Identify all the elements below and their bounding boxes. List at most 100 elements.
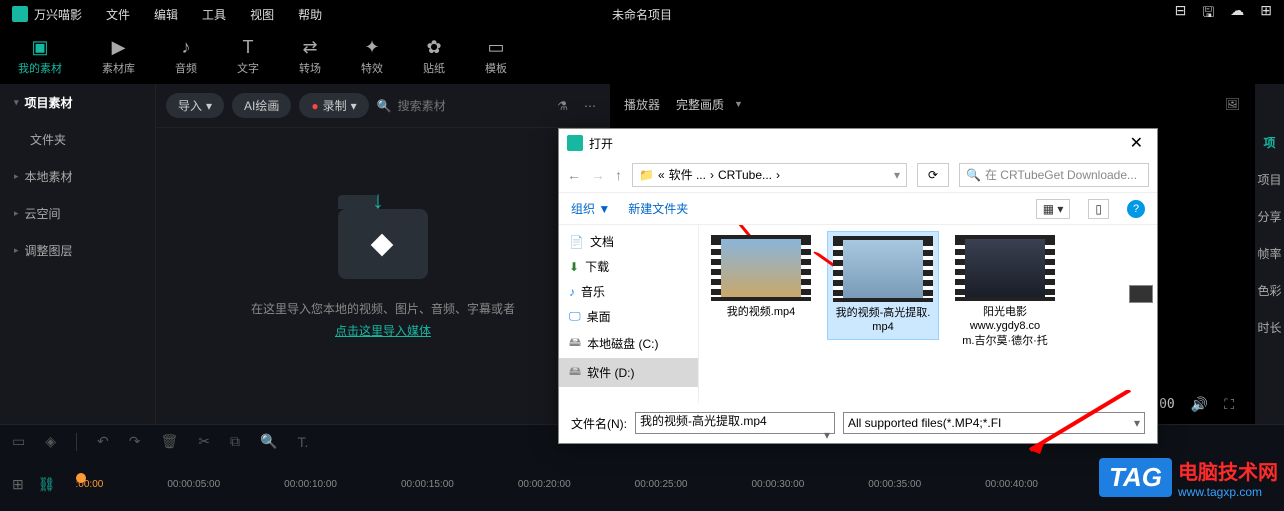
screen-icon[interactable]: ⊟ bbox=[1175, 2, 1187, 26]
nav-up-icon[interactable]: ↑ bbox=[615, 167, 622, 183]
preview-title: 播放器 bbox=[624, 96, 660, 113]
record-button[interactable]: ●录制▾ bbox=[299, 93, 368, 118]
volume-icon[interactable]: 🔊 bbox=[1191, 396, 1208, 413]
close-icon[interactable]: ✕ bbox=[1124, 133, 1149, 153]
file-item[interactable]: 我的视频.mp4 bbox=[705, 231, 817, 323]
tab-my-media[interactable]: ▣我的素材 bbox=[18, 37, 62, 76]
filename-input[interactable]: ▾ bbox=[635, 412, 835, 434]
playhead[interactable] bbox=[76, 473, 86, 483]
snapshot-icon[interactable]: 🖼 bbox=[1225, 97, 1240, 111]
menu-help[interactable]: 帮助 bbox=[298, 6, 322, 23]
search-media[interactable]: 🔍 bbox=[377, 99, 546, 113]
sidebar-item-cloud[interactable]: ▸云空间 bbox=[0, 195, 155, 232]
rpanel-item-4[interactable]: 色彩 bbox=[1257, 282, 1281, 299]
nav-back-icon[interactable]: ← bbox=[567, 167, 581, 183]
timeline-tick: 00:00:20:00 bbox=[518, 479, 571, 490]
menubar: 万兴喵影 文件 编辑 工具 视图 帮助 未命名项目 ⊟ 🖫 ☁ ⊞ bbox=[0, 0, 1284, 28]
new-folder-button[interactable]: 新建文件夹 bbox=[628, 200, 688, 217]
tab-template[interactable]: ▭模板 bbox=[485, 37, 507, 76]
project-title: 未命名项目 bbox=[612, 6, 672, 23]
timeline-link-icon[interactable]: ⛓ bbox=[38, 476, 56, 493]
timeline[interactable]: ⊞ ⛓ :00:00 00:00:05:00 00:00:10:00 00:00… bbox=[0, 458, 1284, 511]
tool-undo-icon[interactable]: ↶ bbox=[97, 433, 109, 450]
drop-area[interactable]: ↓ 在这里导入您本地的视频、图片、音频、字幕或者 点击这里导入媒体 bbox=[156, 128, 610, 424]
tool-marker-icon[interactable]: ◈ bbox=[45, 433, 56, 450]
organize-button[interactable]: 组织 ▼ bbox=[571, 200, 610, 217]
view-mode-button[interactable]: ▦ ▾ bbox=[1036, 199, 1071, 219]
sidebar-item-local[interactable]: ▸本地素材 bbox=[0, 158, 155, 195]
timeline-grid-icon[interactable]: ⊞ bbox=[12, 476, 24, 493]
sidebar-item-adjust[interactable]: ▸调整图层 bbox=[0, 232, 155, 269]
tree-item-downloads[interactable]: ⬇下载 bbox=[559, 254, 698, 279]
cloud-icon[interactable]: ☁ bbox=[1230, 2, 1244, 26]
video-thumbnail bbox=[833, 236, 933, 302]
tool-crop-icon[interactable]: ▭ bbox=[12, 433, 25, 450]
tab-media-lib[interactable]: ▶素材库 bbox=[102, 37, 135, 76]
rpanel-item-5[interactable]: 时长 bbox=[1257, 319, 1281, 336]
folder-icon: ↓ bbox=[338, 209, 428, 279]
ai-draw-button[interactable]: AI绘画 bbox=[232, 93, 291, 118]
tool-cut-icon[interactable]: ✂ bbox=[198, 433, 210, 450]
save-icon[interactable]: 🖫 bbox=[1202, 2, 1214, 26]
tool-text-icon[interactable]: T. bbox=[297, 434, 308, 450]
search-icon: 🔍 bbox=[966, 168, 981, 182]
breadcrumb[interactable]: 📁 « 软件 ...› CRTube...› ▾ bbox=[632, 163, 907, 187]
tree-item-music[interactable]: ♪音乐 bbox=[559, 279, 698, 304]
drop-import-link[interactable]: 点击这里导入媒体 bbox=[251, 321, 515, 343]
app-name: 万兴喵影 bbox=[34, 6, 82, 23]
dialog-logo bbox=[567, 135, 583, 151]
rpanel-top[interactable]: 项 bbox=[1263, 134, 1275, 151]
filmstrip-icon bbox=[1129, 285, 1153, 303]
tool-search-icon[interactable]: 🔍 bbox=[260, 433, 277, 450]
help-icon[interactable]: ? bbox=[1127, 200, 1145, 218]
tool-copy-icon[interactable]: ⧉ bbox=[230, 433, 240, 450]
timeline-tick: 00:00:25:00 bbox=[635, 479, 688, 490]
media-panel: 导入▾ AI绘画 ●录制▾ 🔍 ⚗ ⋯ ↓ 在这里导入您本地的视频、图片、音频、… bbox=[156, 84, 610, 424]
menu-edit[interactable]: 编辑 bbox=[154, 6, 178, 23]
search-icon: 🔍 bbox=[377, 99, 392, 113]
folder-tree: 📄文档 ⬇下载 ♪音乐 🖵桌面 🖴本地磁盘 (C:) 🖴软件 (D:) bbox=[559, 225, 699, 403]
rpanel-item-3[interactable]: 帧率 bbox=[1257, 245, 1281, 262]
nav-forward-icon[interactable]: → bbox=[591, 167, 605, 183]
import-button[interactable]: 导入▾ bbox=[166, 93, 224, 118]
quality-select[interactable]: 完整画质▼ bbox=[676, 96, 743, 113]
sidebar-item-project[interactable]: ▾项目素材 bbox=[0, 84, 155, 121]
more-icon[interactable]: ⋯ bbox=[580, 99, 600, 113]
sidebar: ▾项目素材 文件夹 ▸本地素材 ▸云空间 ▸调整图层 bbox=[0, 84, 156, 424]
menu-file[interactable]: 文件 bbox=[106, 6, 130, 23]
menu-view[interactable]: 视图 bbox=[250, 6, 274, 23]
timeline-ruler[interactable]: :00:00 00:00:05:00 00:00:10:00 00:00:15:… bbox=[76, 479, 1272, 490]
refresh-icon[interactable]: ⟳ bbox=[917, 163, 949, 187]
file-filter-select[interactable]: All supported files(*.MP4;*.FI▾ bbox=[843, 412, 1145, 434]
file-item-selected[interactable]: 我的视频-高光提取.mp4 bbox=[827, 231, 939, 340]
sidebar-item-folder[interactable]: 文件夹 bbox=[0, 121, 155, 158]
tree-item-cdrive[interactable]: 🖴本地磁盘 (C:) bbox=[559, 329, 698, 358]
tab-text[interactable]: T文字 bbox=[237, 37, 259, 76]
video-thumbnail bbox=[711, 235, 811, 301]
rpanel-item-1[interactable]: 项目 bbox=[1257, 171, 1281, 188]
tree-item-desktop[interactable]: 🖵桌面 bbox=[559, 304, 698, 329]
file-name: 我的视频.mp4 bbox=[709, 305, 813, 319]
file-name: 阳光电影 www.ygdy8.co m.吉尔莫·德尔·托 bbox=[953, 305, 1057, 348]
menu-tool[interactable]: 工具 bbox=[202, 6, 226, 23]
file-item[interactable]: 阳光电影 www.ygdy8.co m.吉尔莫·德尔·托 bbox=[949, 231, 1061, 352]
tree-item-ddrive[interactable]: 🖴软件 (D:) bbox=[559, 358, 698, 387]
preview-pane-button[interactable]: ▯ bbox=[1088, 199, 1109, 219]
tree-item-docs[interactable]: 📄文档 bbox=[559, 229, 698, 254]
tab-transition[interactable]: ⇄转场 bbox=[299, 37, 321, 76]
tab-sticker[interactable]: ✿贴纸 bbox=[423, 37, 445, 76]
filter-icon[interactable]: ⚗ bbox=[553, 99, 572, 113]
filename-label: 文件名(N): bbox=[571, 415, 627, 432]
folder-icon: 📁 bbox=[639, 168, 654, 182]
tool-delete-icon[interactable]: 🗑 bbox=[160, 433, 178, 450]
tool-redo-icon[interactable]: ↷ bbox=[129, 433, 141, 450]
fullscreen-icon[interactable]: ⛶ bbox=[1224, 396, 1234, 413]
tab-effect[interactable]: ✦特效 bbox=[361, 37, 383, 76]
dialog-search[interactable]: 🔍 在 CRTubeGet Downloade... bbox=[959, 163, 1149, 187]
timeline-tick: 00:00:15:00 bbox=[401, 479, 454, 490]
rpanel-item-2[interactable]: 分享 bbox=[1257, 208, 1281, 225]
grid-icon[interactable]: ⊞ bbox=[1260, 2, 1272, 26]
tab-audio[interactable]: ♪音频 bbox=[175, 37, 197, 76]
search-input[interactable] bbox=[398, 99, 498, 113]
app-logo bbox=[12, 6, 28, 22]
